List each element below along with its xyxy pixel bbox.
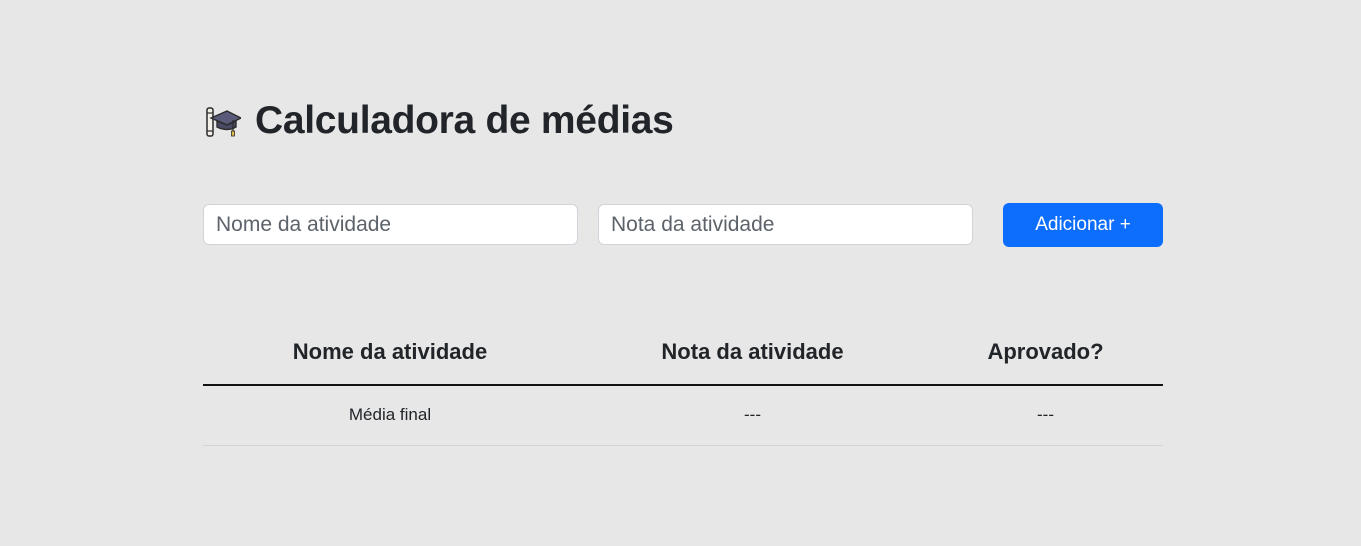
header-activity-name: Nome da atividade <box>203 317 577 386</box>
graduation-cap-icon <box>203 102 243 140</box>
table-header-row: Nome da atividade Nota da atividade Apro… <box>203 317 1163 386</box>
add-button[interactable]: Adicionar + <box>1003 203 1163 247</box>
activities-table-wrapper: Nome da atividade Nota da atividade Apro… <box>203 317 1163 446</box>
header: Calculadora de médias <box>203 97 674 145</box>
activities-table: Nome da atividade Nota da atividade Apro… <box>203 317 1163 446</box>
page-title: Calculadora de médias <box>255 99 674 142</box>
final-average-label: Média final <box>203 385 577 446</box>
header-activity-grade: Nota da atividade <box>577 317 928 386</box>
final-result-value: --- <box>928 385 1163 446</box>
final-average-value: --- <box>577 385 928 446</box>
final-average-row: Média final --- --- <box>203 385 1163 446</box>
activity-name-input[interactable] <box>203 204 578 245</box>
add-activity-form: Adicionar + <box>203 203 1163 247</box>
header-approved: Aprovado? <box>928 317 1163 386</box>
activity-grade-input[interactable] <box>598 204 973 245</box>
